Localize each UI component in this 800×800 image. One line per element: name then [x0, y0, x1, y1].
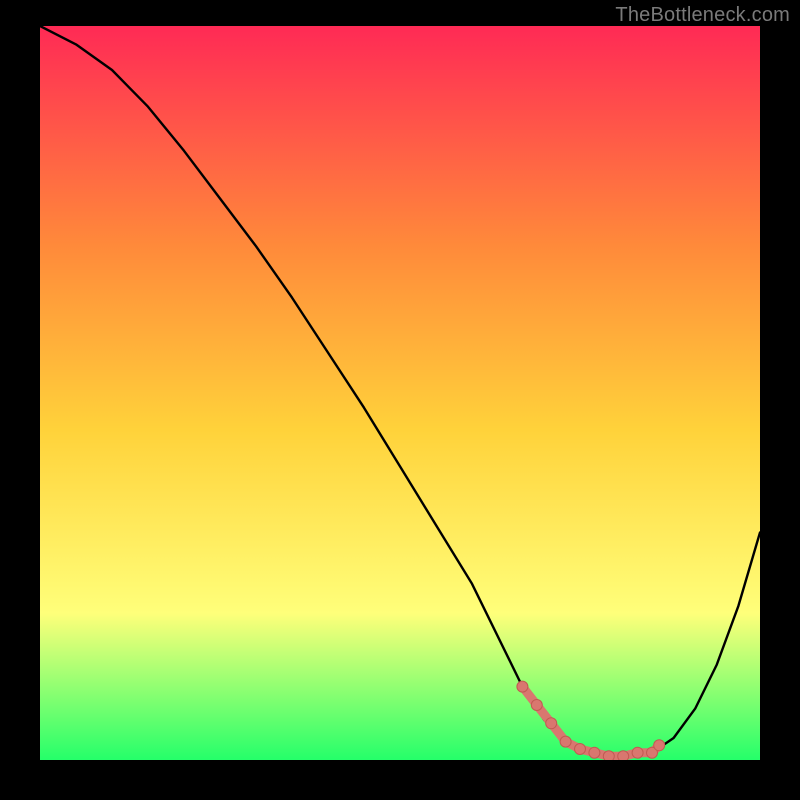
bottleneck-chart	[40, 26, 760, 760]
watermark-text: TheBottleneck.com	[615, 4, 790, 27]
flat-region-dot	[654, 740, 665, 751]
flat-region-dot	[560, 736, 571, 747]
flat-region-dot	[531, 700, 542, 711]
flat-region-dot	[632, 747, 643, 758]
flat-region-dot	[618, 751, 629, 760]
flat-region-dot	[517, 681, 528, 692]
flat-region-dot	[546, 718, 557, 729]
plot-area	[40, 26, 760, 760]
flat-region-dot	[575, 744, 586, 755]
flat-region-dot	[589, 747, 600, 758]
flat-region-dot	[603, 751, 614, 760]
chart-frame: TheBottleneck.com	[0, 0, 800, 800]
gradient-background	[40, 26, 760, 760]
